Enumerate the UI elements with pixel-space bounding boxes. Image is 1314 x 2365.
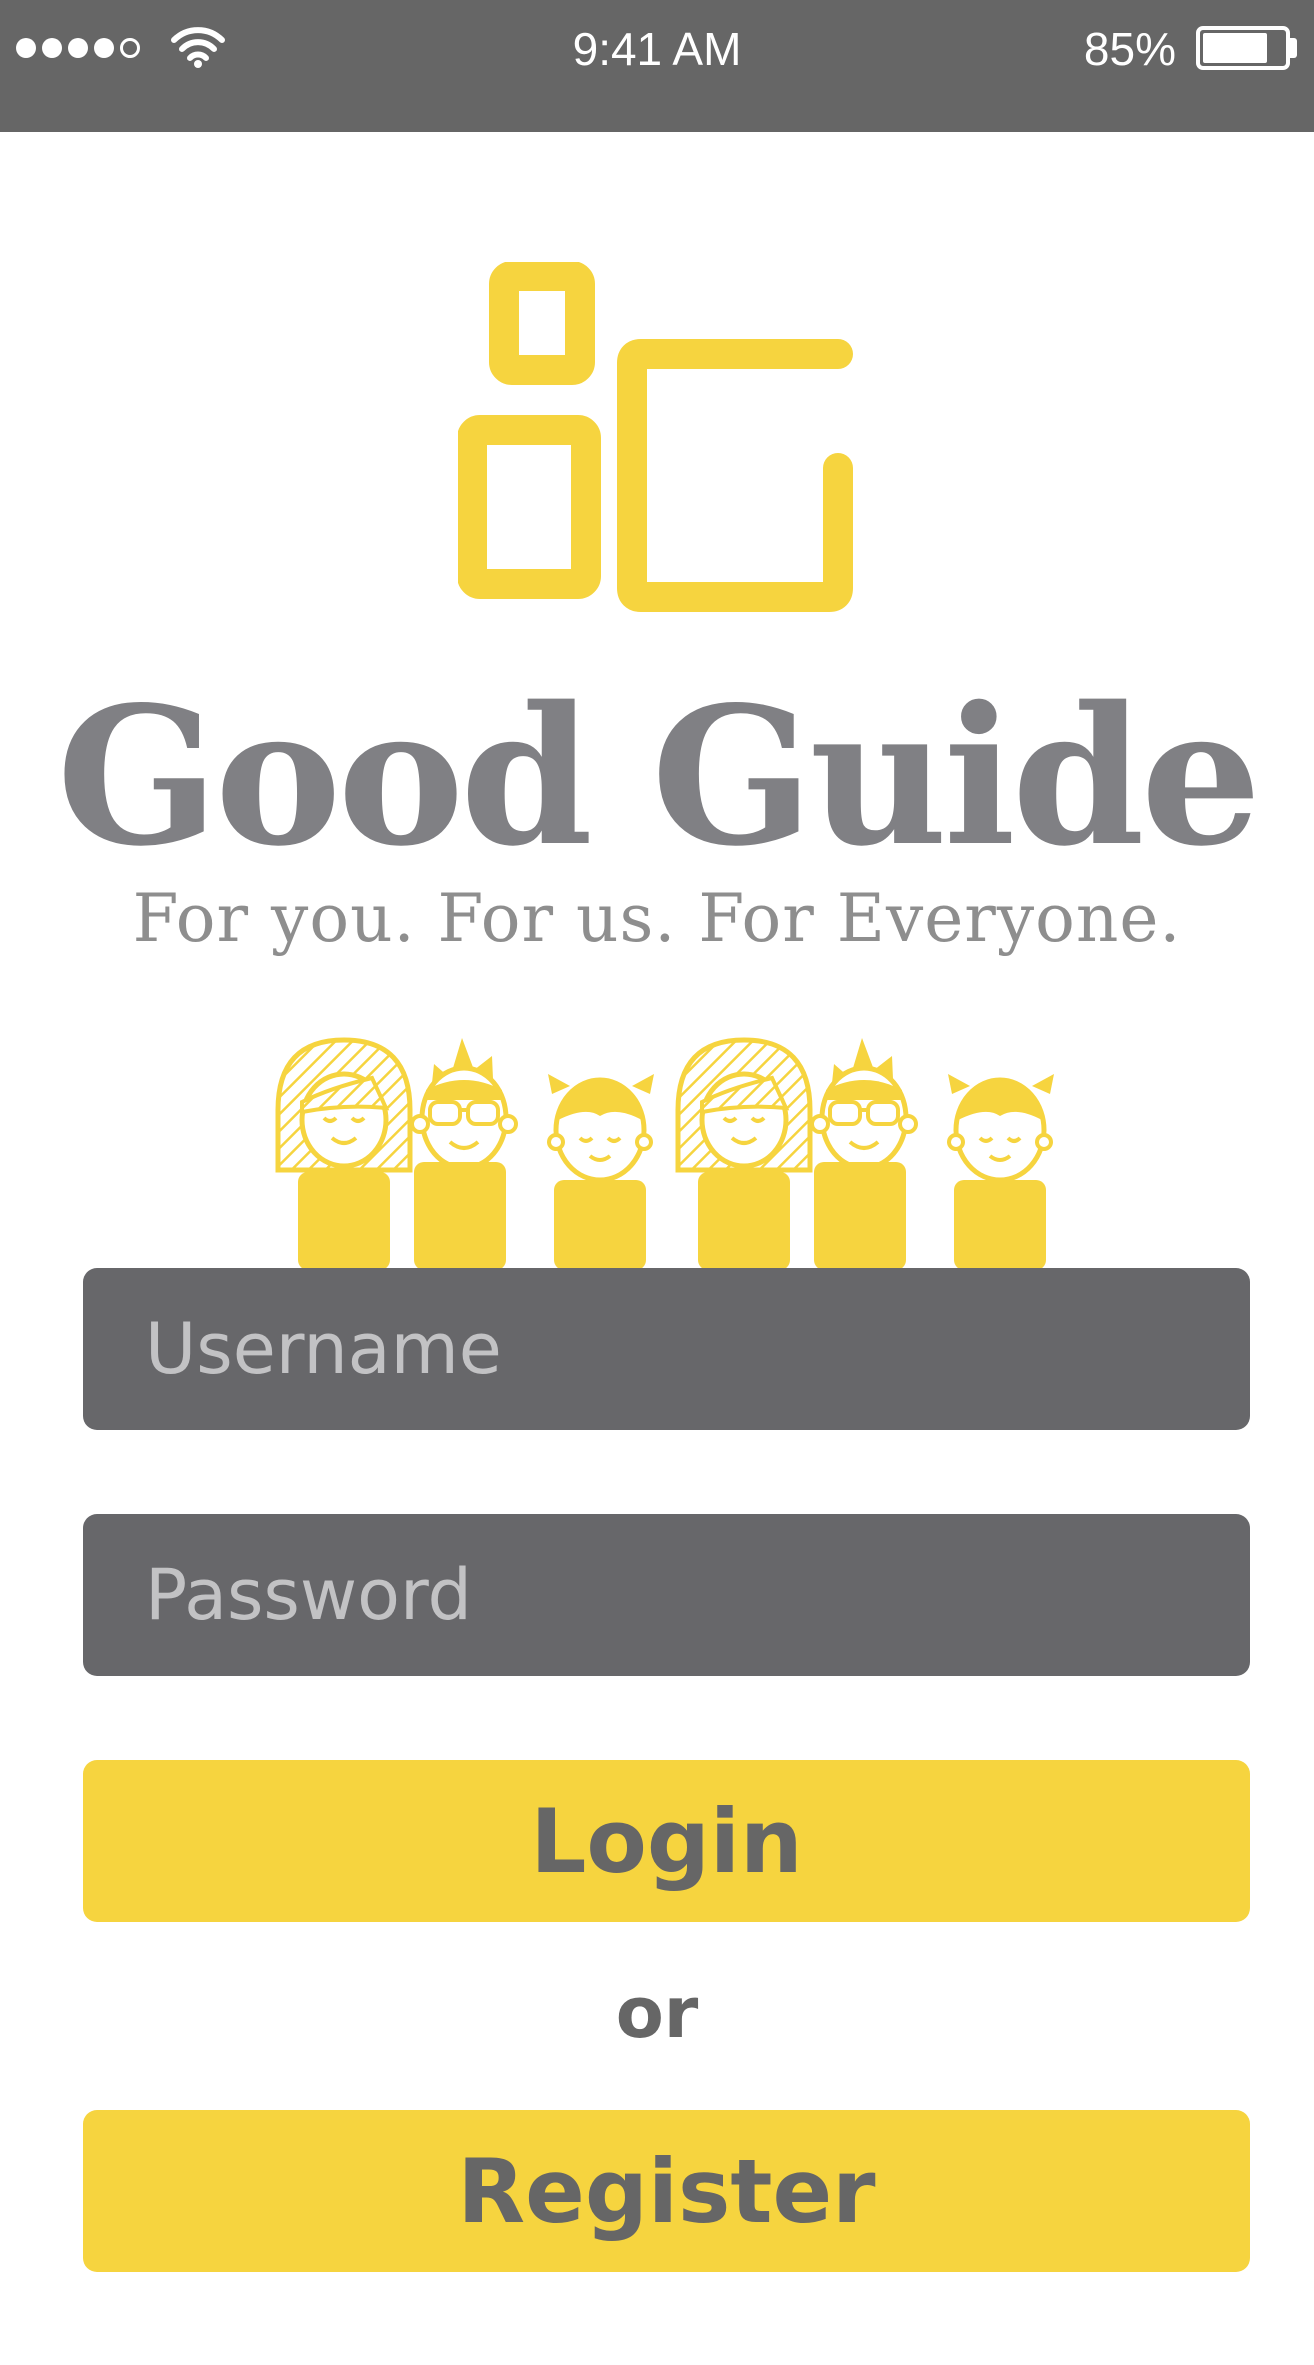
man-figure <box>410 1038 518 1270</box>
app-title: Good Guide <box>56 665 1261 888</box>
battery-nub <box>1290 38 1297 58</box>
woman-figure <box>275 1037 413 1270</box>
family-group-2 <box>678 1038 1054 1270</box>
or-separator: or <box>615 1972 699 2054</box>
family-people-illustration <box>275 1030 1080 1270</box>
battery-percentage: 85% <box>1083 23 1176 75</box>
register-button[interactable]: Register <box>83 2110 1250 2272</box>
good-guide-logo-icon <box>458 262 853 612</box>
family-group-1 <box>275 1037 654 1270</box>
password-input[interactable] <box>83 1514 1250 1676</box>
app-tagline: For you. For us. For Everyone. <box>132 880 1182 957</box>
child-figure <box>547 1074 654 1270</box>
login-button[interactable]: Login <box>83 1760 1250 1922</box>
username-input[interactable] <box>83 1268 1250 1430</box>
status-bar: 9:41 AM 85% <box>0 0 1314 132</box>
battery-icon <box>1196 26 1290 70</box>
